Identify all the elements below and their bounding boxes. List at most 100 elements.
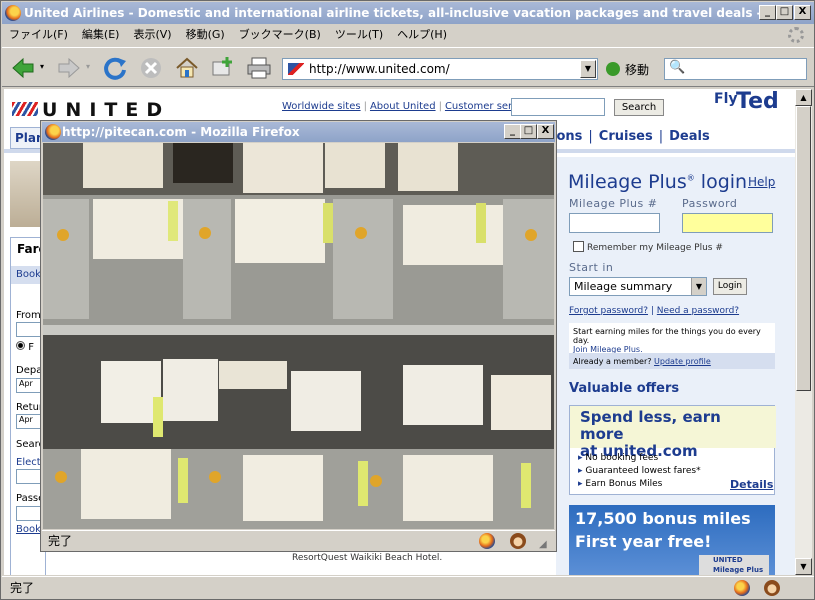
password-label: Password: [682, 197, 738, 210]
throbber-icon: [788, 27, 804, 43]
radio-option[interactable]: F: [16, 341, 34, 353]
status-bar: 完了: [2, 576, 814, 599]
need-password-link[interactable]: Need a password?: [657, 306, 739, 316]
bonus-miles-subline: First year free!: [575, 532, 712, 551]
back-dropdown-icon[interactable]: ▾: [40, 62, 44, 71]
window-titlebar[interactable]: United Airlines - Domestic and internati…: [2, 2, 814, 24]
sake-vending-photo: [43, 143, 554, 529]
search-input[interactable]: 🔍: [664, 58, 807, 80]
reload-icon[interactable]: [102, 55, 128, 81]
fly-text: Fly: [714, 91, 738, 107]
offer-spend-less[interactable]: Spend less, earn moreat united.com No bo…: [569, 405, 776, 495]
left-column: Fare Book From F Depar Apr Retur Apr Sea…: [4, 157, 47, 575]
site-search-button[interactable]: Search: [614, 99, 664, 116]
offer-bullet: Earn Bonus Miles: [578, 478, 701, 491]
scroll-thumb[interactable]: [796, 106, 811, 391]
united-logo[interactable]: UNITED: [12, 99, 170, 121]
site-search-input[interactable]: [511, 98, 605, 116]
about-united-link[interactable]: About United: [370, 101, 436, 112]
close-button[interactable]: X: [794, 5, 811, 20]
remember-checkbox[interactable]: Remember my Mileage Plus #: [573, 241, 723, 253]
mileage-plus-panel: Mileage Plus® login Help Mileage Plus # …: [556, 157, 795, 575]
already-member-box: Already a member? Update profile: [569, 353, 775, 369]
mileage-number-input[interactable]: [569, 213, 660, 233]
vertical-scrollbar[interactable]: ▲ ▼: [795, 89, 812, 575]
back-icon[interactable]: [10, 55, 36, 81]
offer-bonus-miles[interactable]: 17,500 bonus miles First year free! UNIT…: [569, 505, 775, 575]
popup-minimize-button[interactable]: _: [504, 124, 521, 139]
go-label: 移動: [625, 63, 650, 77]
worldwide-sites-link[interactable]: Worldwide sites: [282, 101, 361, 112]
home-icon[interactable]: [174, 55, 200, 81]
details-link[interactable]: Details: [730, 478, 773, 491]
scroll-up-icon[interactable]: ▲: [795, 89, 812, 106]
tab-plan[interactable]: Plan: [10, 127, 45, 149]
bookmark-add-icon[interactable]: [210, 55, 236, 81]
search-icon: 🔍: [669, 60, 686, 75]
hotel-text: ResortQuest Waikiki Beach Hotel.: [292, 553, 443, 563]
menu-bookmarks[interactable]: ブックマーク(B): [232, 24, 328, 46]
navigation-toolbar: ▾ ▾ http://www.united.com/ ▼ 移動 🔍: [2, 47, 814, 87]
url-bar[interactable]: http://www.united.com/ ▼: [282, 58, 598, 80]
status-text: 完了: [10, 581, 35, 595]
popup-close-button[interactable]: X: [537, 124, 554, 139]
help-link[interactable]: Help: [748, 175, 775, 189]
checkbox-icon: [573, 241, 584, 252]
mileage-plus-title: Mileage Plus® login: [568, 171, 748, 193]
popup-status-text: 完了: [48, 534, 73, 548]
offer-bullet: Guaranteed lowest fares*: [578, 465, 700, 478]
menu-edit[interactable]: 編集(E): [75, 24, 127, 46]
forward-dropdown-icon[interactable]: ▾: [86, 62, 90, 71]
scroll-down-icon[interactable]: ▼: [795, 558, 812, 575]
popup-monkey-extension-icon[interactable]: [510, 533, 526, 549]
monkey-extension-icon[interactable]: [764, 580, 780, 596]
go-button[interactable]: 移動: [606, 61, 649, 78]
resize-grip-icon[interactable]: ◢: [539, 535, 547, 555]
password-links: Forgot password? | Need a password?: [569, 306, 740, 316]
menu-help[interactable]: ヘルプ(H): [390, 24, 454, 46]
window-title: United Airlines - Domestic and internati…: [24, 6, 806, 20]
fly-ted-banner[interactable]: Fly Ted: [668, 89, 795, 121]
update-profile-link[interactable]: Update profile: [654, 357, 711, 366]
start-in-select[interactable]: Mileage summary ▼: [569, 277, 707, 296]
promo-photo: [10, 161, 44, 227]
url-text: http://www.united.com/: [309, 62, 450, 76]
nav-deals-link[interactable]: Deals: [669, 129, 710, 144]
book-link[interactable]: Book: [16, 524, 41, 535]
maximize-button[interactable]: □: [776, 5, 793, 20]
radio-icon: [16, 341, 25, 350]
chevron-down-icon: ▼: [691, 278, 706, 295]
url-dropdown-button[interactable]: ▼: [580, 60, 596, 78]
popup-firefox-status-icon[interactable]: [479, 533, 495, 549]
forward-icon[interactable]: [56, 55, 82, 81]
return-label: Retur: [16, 402, 44, 413]
ted-text: Ted: [736, 89, 779, 114]
minimize-button[interactable]: _: [759, 5, 776, 20]
mileage-number-label: Mileage Plus #: [569, 197, 658, 210]
print-icon[interactable]: [246, 55, 272, 81]
menu-view[interactable]: 表示(V): [126, 24, 178, 46]
menu-tools[interactable]: ツール(T): [328, 24, 390, 46]
login-button[interactable]: Login: [713, 278, 747, 295]
from-label: From: [16, 310, 41, 321]
offer-bullet: No booking fees: [578, 452, 701, 465]
menu-bar: ファイル(F) 編集(E) 表示(V) 移動(G) ブックマーク(B) ツール(T) ヘルプ…: [2, 24, 814, 46]
popup-window[interactable]: http://pitecan.com - Mozilla Firefox _ □…: [40, 120, 557, 552]
stop-icon[interactable]: [138, 55, 164, 81]
popup-titlebar[interactable]: http://pitecan.com - Mozilla Firefox _ □…: [42, 122, 555, 142]
valuable-offers-heading: Valuable offers: [569, 381, 680, 396]
firefox-status-icon[interactable]: [734, 580, 750, 596]
popup-maximize-button[interactable]: □: [520, 124, 537, 139]
go-icon: [606, 62, 620, 76]
bonus-miles-headline: 17,500 bonus miles: [575, 509, 751, 528]
menu-file[interactable]: ファイル(F): [2, 24, 75, 46]
nav-cruises-link[interactable]: Cruises: [599, 129, 653, 144]
mileage-plus-card: UNITED Mileage Plus: [699, 555, 769, 575]
firefox-icon: [45, 124, 61, 140]
menu-go[interactable]: 移動(G): [179, 24, 232, 46]
password-input[interactable]: [682, 213, 773, 233]
photo-illustration: [43, 143, 554, 529]
start-in-label: Start in: [569, 261, 614, 274]
site-icon: [288, 63, 304, 75]
forgot-password-link[interactable]: Forgot password?: [569, 306, 648, 316]
